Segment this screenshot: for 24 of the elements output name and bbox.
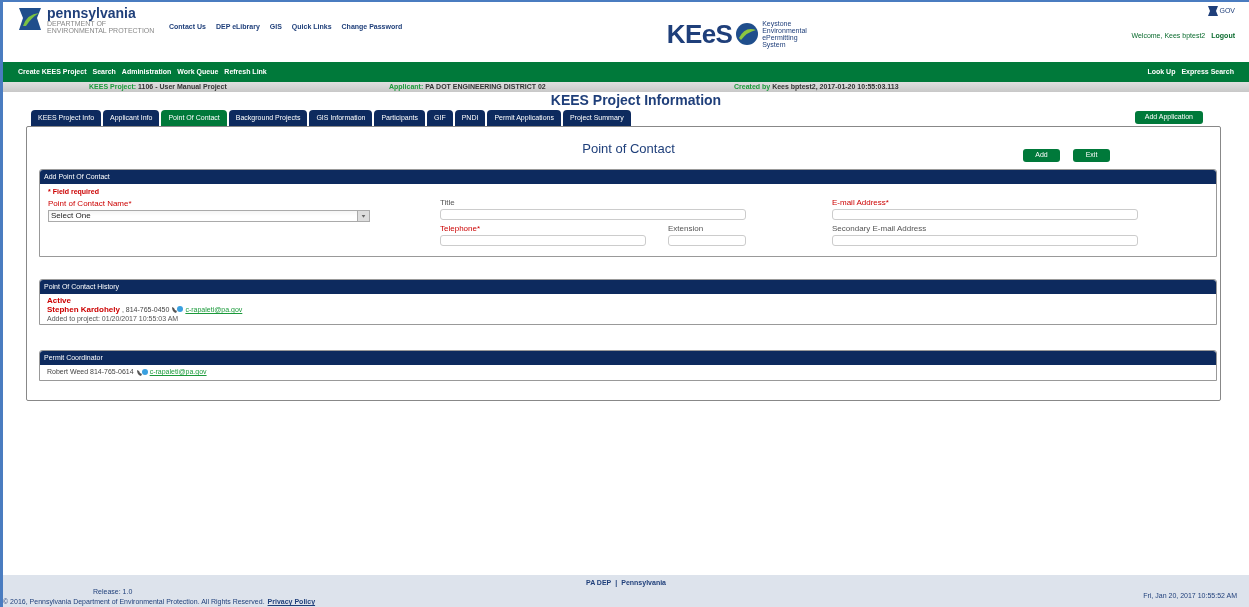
page-title: KEES Project Information (550, 92, 722, 108)
phone-icon[interactable] (135, 367, 148, 377)
text-field[interactable] (440, 235, 646, 246)
keystone-logo-icon (17, 6, 43, 32)
kees-logo-text: KEeS (666, 21, 733, 47)
text-field[interactable] (668, 235, 746, 246)
caret-icon (357, 210, 369, 221)
field-label: E-mail Address* (832, 197, 890, 209)
leaf-globe-icon (735, 22, 760, 46)
field-label: Extension (668, 223, 705, 235)
phone-icon[interactable] (171, 305, 184, 314)
field-label: Telephone* (440, 223, 482, 235)
text-field[interactable] (832, 235, 1138, 246)
keystone-icon (1208, 6, 1219, 17)
field-label: Title (440, 197, 456, 209)
agency-name: pennsylvania (47, 6, 137, 20)
select-field[interactable]: Select One (48, 209, 370, 222)
contact-name: Stephen Kardohely (47, 305, 120, 314)
text-field[interactable] (440, 209, 746, 220)
status-text: Active (47, 296, 72, 305)
text-field[interactable] (832, 209, 1138, 220)
field-label: Point of Contact Name* (48, 197, 133, 210)
section-title: Point of Contact (582, 140, 675, 158)
field-label: Secondary E-mail Address (832, 223, 928, 235)
